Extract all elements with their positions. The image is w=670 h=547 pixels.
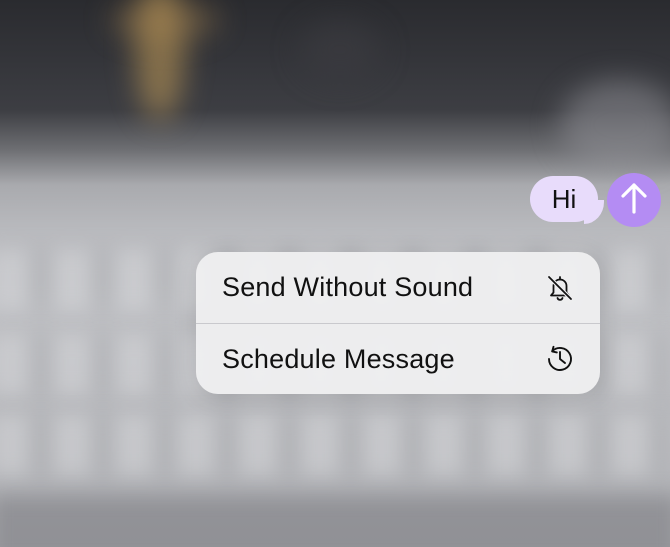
background-glow xyxy=(110,0,220,40)
background-glow xyxy=(300,20,380,80)
send-options-menu: Send Without Sound Schedule Message xyxy=(196,252,600,394)
message-bubble: Hi xyxy=(530,176,598,222)
menu-item-label: Send Without Sound xyxy=(222,272,474,302)
menu-item-schedule-message[interactable]: Schedule Message xyxy=(196,323,600,394)
menu-item-send-without-sound[interactable]: Send Without Sound xyxy=(196,252,600,323)
bell-slash-icon xyxy=(544,272,576,304)
send-button[interactable] xyxy=(607,173,661,227)
background-glow xyxy=(560,80,670,170)
arrow-up-icon xyxy=(619,181,649,220)
menu-item-label: Schedule Message xyxy=(222,343,455,374)
clock-arrow-icon xyxy=(544,343,576,375)
message-text: Hi xyxy=(551,183,577,214)
blurred-keyboard-row xyxy=(0,495,670,547)
blurred-keyboard-row xyxy=(0,415,670,475)
